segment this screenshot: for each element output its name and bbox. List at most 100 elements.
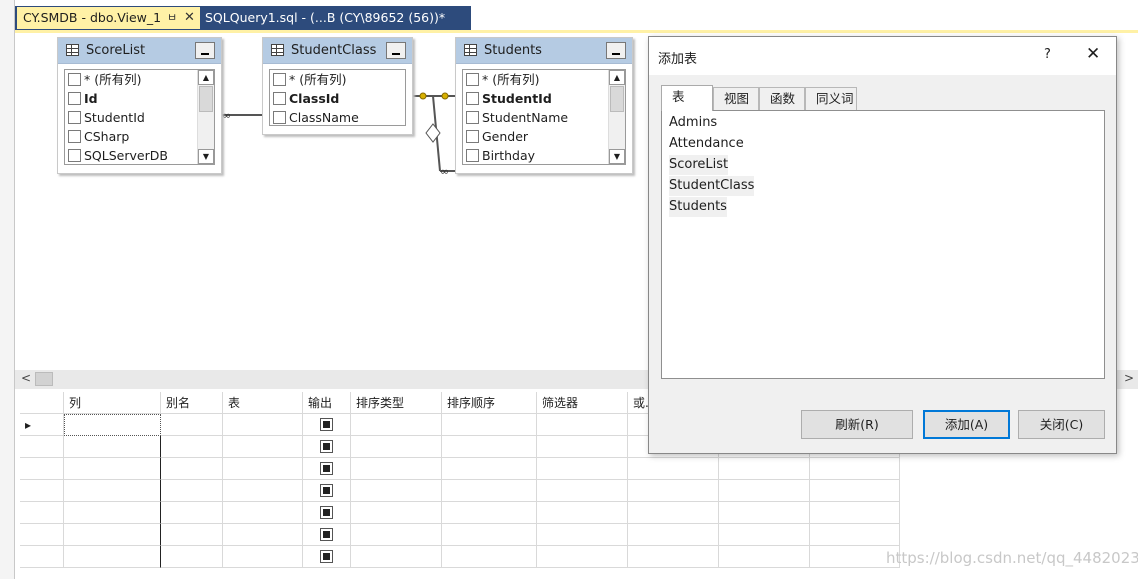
scroll-down-icon[interactable]: ▼ [198, 149, 214, 164]
scroll-up-icon[interactable]: ▲ [198, 70, 214, 85]
table-header[interactable]: ScoreList [58, 38, 221, 64]
scroll-thumb[interactable] [199, 86, 213, 112]
grid-cell[interactable] [303, 480, 351, 502]
grid-cell[interactable] [223, 524, 303, 546]
grid-cell[interactable] [628, 502, 719, 524]
output-checkbox[interactable] [320, 550, 333, 563]
column-row[interactable]: StudentId [68, 108, 145, 127]
grid-cell[interactable] [303, 524, 351, 546]
grid-cell[interactable] [628, 546, 719, 568]
list-item[interactable]: Admins [669, 113, 717, 133]
grid-cell[interactable] [64, 436, 161, 458]
table-header[interactable]: Students [456, 38, 632, 64]
grid-cell[interactable] [810, 458, 900, 480]
grid-cell[interactable] [537, 546, 628, 568]
column-list[interactable]: * (所有列) Id StudentId CSharp SQLServerDB … [64, 69, 215, 165]
column-header[interactable]: 排序类型 [351, 392, 442, 414]
checkbox[interactable] [273, 92, 286, 105]
add-button[interactable]: 添加(A) [923, 410, 1010, 439]
help-icon[interactable]: ? [1044, 47, 1051, 62]
grid-cell[interactable] [161, 414, 223, 436]
column-row[interactable]: StudentId [466, 89, 552, 108]
column-header[interactable]: 列 [64, 392, 161, 414]
scroll-down-icon[interactable]: ▼ [609, 149, 625, 164]
grid-cell[interactable] [351, 546, 442, 568]
grid-cell[interactable] [537, 458, 628, 480]
close-icon[interactable]: ✕ [184, 7, 195, 29]
tab-functions[interactable]: 函数 [759, 87, 805, 111]
table-scorelist[interactable]: ScoreList * (所有列) Id StudentId CSharp SQ… [57, 37, 222, 174]
scrollbar[interactable]: ▲ ▼ [608, 70, 625, 164]
grid-cell[interactable] [442, 480, 537, 502]
minimize-button[interactable] [386, 42, 406, 59]
column-header[interactable]: 表 [223, 392, 303, 414]
tab-view-designer[interactable]: CY.SMDB - dbo.View_1 ㅂ ✕ [17, 7, 200, 29]
checkbox[interactable] [466, 73, 479, 86]
grid-cell[interactable] [303, 546, 351, 568]
output-checkbox[interactable] [320, 506, 333, 519]
grid-cell[interactable] [628, 524, 719, 546]
grid-cell[interactable] [442, 458, 537, 480]
scroll-thumb[interactable] [610, 86, 624, 112]
list-item[interactable]: ScoreList [669, 155, 729, 175]
row-selector[interactable] [20, 546, 64, 568]
row-selector[interactable]: ▸ [20, 414, 64, 436]
column-row[interactable]: * (所有列) [273, 70, 346, 89]
row-selector[interactable] [20, 458, 64, 480]
grid-cell[interactable] [537, 524, 628, 546]
grid-cell[interactable] [161, 502, 223, 524]
column-row[interactable]: Birthday [466, 146, 535, 165]
grid-cell[interactable] [64, 480, 161, 502]
grid-cell[interactable] [719, 502, 810, 524]
tab-sql-query[interactable]: SQLQuery1.sql - (...B (CY\89652 (56))* [205, 7, 445, 29]
column-header[interactable]: 输出 [303, 392, 351, 414]
checkbox[interactable] [68, 73, 81, 86]
column-header[interactable]: 排序顺序 [442, 392, 537, 414]
scrollbar[interactable]: ▲ ▼ [197, 70, 214, 164]
output-checkbox[interactable] [320, 462, 333, 475]
grid-cell[interactable] [223, 414, 303, 436]
grid-cell[interactable] [161, 436, 223, 458]
scroll-up-icon[interactable]: ▲ [609, 70, 625, 85]
grid-cell[interactable] [628, 458, 719, 480]
grid-cell[interactable] [223, 546, 303, 568]
list-item[interactable]: Students [669, 197, 727, 217]
minimize-button[interactable] [606, 42, 626, 59]
grid-cell[interactable] [351, 458, 442, 480]
grid-cell[interactable] [442, 524, 537, 546]
column-row[interactable]: ClassName [273, 108, 359, 127]
grid-cell[interactable] [223, 480, 303, 502]
checkbox[interactable] [273, 111, 286, 124]
table-studentclass[interactable]: StudentClass * (所有列) ClassId ClassName [262, 37, 413, 135]
grid-cell[interactable] [537, 414, 628, 436]
scroll-left-icon[interactable]: < [21, 371, 31, 385]
checkbox[interactable] [68, 92, 81, 105]
grid-cell[interactable] [810, 502, 900, 524]
grid-cell[interactable] [64, 524, 161, 546]
column-row[interactable]: StudentName [466, 108, 568, 127]
grid-cell[interactable] [719, 546, 810, 568]
column-row[interactable]: CSharp [68, 127, 129, 146]
grid-cell[interactable] [223, 502, 303, 524]
checkbox[interactable] [466, 149, 479, 162]
row-selector[interactable] [20, 502, 64, 524]
table-students[interactable]: Students * (所有列) StudentId StudentName G… [455, 37, 633, 174]
checkbox[interactable] [68, 130, 81, 143]
column-row[interactable]: SQLServerDB [68, 146, 168, 165]
grid-cell[interactable] [64, 458, 161, 480]
row-selector[interactable] [20, 524, 64, 546]
column-list[interactable]: * (所有列) StudentId StudentName Gender Bir… [462, 69, 626, 165]
grid-cell[interactable] [351, 524, 442, 546]
close-icon[interactable]: ✕ [1086, 44, 1100, 64]
grid-cell[interactable] [303, 458, 351, 480]
close-button[interactable]: 关闭(C) [1018, 410, 1105, 439]
grid-cell[interactable] [537, 480, 628, 502]
checkbox[interactable] [273, 73, 286, 86]
column-header[interactable]: 筛选器 [537, 392, 628, 414]
refresh-button[interactable]: 刷新(R) [801, 410, 913, 439]
grid-cell[interactable] [537, 436, 628, 458]
list-item[interactable]: StudentClass [669, 176, 755, 196]
checkbox[interactable] [466, 111, 479, 124]
grid-cell-selected[interactable] [64, 414, 161, 436]
column-row[interactable]: * (所有列) [68, 70, 141, 89]
